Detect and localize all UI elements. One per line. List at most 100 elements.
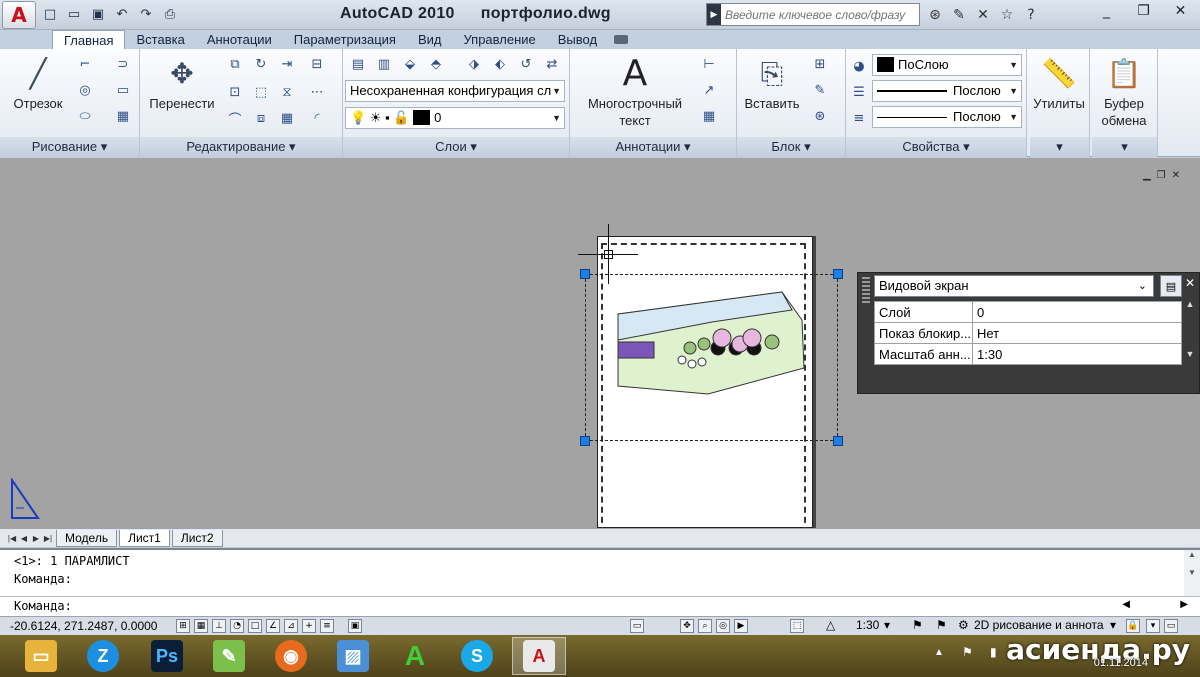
rectangle-icon[interactable]: ▭ bbox=[112, 79, 134, 101]
paper-space-icon[interactable]: ▭ bbox=[630, 619, 644, 633]
tab-insert[interactable]: Вставка bbox=[125, 30, 195, 49]
color-combo[interactable]: ПоСлою ▼ bbox=[872, 54, 1022, 76]
table-row[interactable]: Слой 0 bbox=[874, 301, 1182, 323]
erase-icon[interactable]: ⊟ bbox=[306, 53, 328, 75]
ducs-toggle-icon[interactable]: ⊿ bbox=[284, 619, 298, 633]
stretch-icon[interactable]: ⊡ bbox=[224, 81, 246, 103]
binoculars-icon[interactable]: ⊛ bbox=[924, 4, 946, 26]
linetype-combo[interactable]: Послою ▼ bbox=[872, 80, 1022, 102]
tab-view[interactable]: Вид bbox=[407, 30, 453, 49]
edit-block-icon[interactable]: ✎ bbox=[809, 79, 831, 101]
close-icon[interactable]: ✕ bbox=[1162, 0, 1199, 22]
palette-drag-handle[interactable] bbox=[862, 277, 870, 303]
table-row[interactable]: Масштаб анн... 1:30 bbox=[874, 343, 1182, 365]
search-expand-icon[interactable]: ▶ bbox=[707, 4, 721, 25]
customize-palette-icon[interactable]: ▤ bbox=[1160, 275, 1182, 297]
layer-walk-icon[interactable]: ⇄ bbox=[541, 53, 563, 75]
scroll-left-icon[interactable]: ◀ bbox=[1122, 599, 1130, 610]
explode-icon[interactable]: ⋯ bbox=[306, 81, 328, 103]
tab-annotate[interactable]: Аннотации bbox=[196, 30, 283, 49]
lineweight-toggle-icon[interactable]: ≡ bbox=[320, 619, 334, 633]
panel-annotation-label[interactable]: Аннотации ▾ bbox=[570, 137, 736, 157]
save-icon[interactable]: ▣ bbox=[88, 4, 108, 24]
object-type-select[interactable]: Видовой экран ⌄ bbox=[874, 275, 1154, 297]
minimize-icon[interactable]: _ bbox=[1088, 0, 1125, 22]
tab-parametric[interactable]: Параметризация bbox=[283, 30, 407, 49]
panel-draw-label[interactable]: Рисование ▾ bbox=[0, 137, 139, 157]
ortho-toggle-icon[interactable]: ⊥ bbox=[212, 619, 226, 633]
table-icon[interactable]: ▦ bbox=[698, 105, 720, 127]
clipboard-expand[interactable]: ▾ bbox=[1092, 137, 1157, 157]
layer-off-icon[interactable]: ⬘ bbox=[425, 53, 447, 75]
chamfer-icon[interactable]: ◜ bbox=[306, 107, 328, 129]
layer-combo[interactable]: 💡 ☀ ▪ 🔓 0 ▼ bbox=[345, 107, 565, 129]
taskbar-autocad[interactable]: A bbox=[512, 637, 566, 675]
copy-icon[interactable]: ⧉ bbox=[224, 53, 246, 75]
communication-icon[interactable]: ✕ bbox=[972, 4, 994, 26]
layer-isolate-icon[interactable]: ⬙ bbox=[399, 53, 421, 75]
toolbar-lock-icon[interactable]: 🔒 bbox=[1126, 619, 1140, 633]
viewport-grip[interactable] bbox=[833, 269, 843, 279]
last-tab-icon[interactable]: ▶| bbox=[42, 534, 54, 543]
layer-match-icon[interactable]: ↺ bbox=[515, 53, 537, 75]
showmotion-icon[interactable]: ▶ bbox=[734, 619, 748, 633]
viewport-grip[interactable] bbox=[833, 436, 843, 446]
snap-toggle-icon[interactable]: ⊞ bbox=[176, 619, 190, 633]
open-file-icon[interactable]: ▭ bbox=[64, 4, 84, 24]
taskbar-zoho[interactable]: Z bbox=[76, 637, 130, 675]
status-settings-icon[interactable]: ▾ bbox=[1146, 619, 1160, 633]
offset-icon[interactable]: ⧈ bbox=[250, 107, 272, 129]
annotation-visibility-icon[interactable]: ⚑ bbox=[912, 618, 923, 632]
fillet-icon[interactable]: ⌒ bbox=[224, 107, 246, 129]
layer-freeze-icon[interactable]: ⬗ bbox=[463, 53, 485, 75]
ellipse-icon[interactable]: ⬭ bbox=[74, 105, 96, 127]
panel-block-label[interactable]: Блок ▾ bbox=[737, 137, 845, 157]
taskbar-photos[interactable]: ▨ bbox=[326, 637, 380, 675]
action-center-flag-icon[interactable]: ⚑ bbox=[962, 645, 973, 659]
taskbar-firefox[interactable]: ◉ bbox=[264, 637, 318, 675]
zoom-icon[interactable]: ⌕ bbox=[698, 619, 712, 633]
scroll-right-icon[interactable]: ▶ bbox=[1180, 599, 1188, 610]
favorites-star-icon[interactable]: ☆ bbox=[996, 4, 1018, 26]
polar-toggle-icon[interactable]: ◔ bbox=[230, 619, 244, 633]
layer-properties-icon[interactable]: ▤ bbox=[347, 53, 369, 75]
viewport-frame-selected[interactable] bbox=[585, 274, 838, 441]
utilities-button[interactable]: 📏 Утилиты bbox=[1030, 53, 1088, 112]
tab-output[interactable]: Вывод bbox=[547, 30, 608, 49]
utilities-expand[interactable]: ▾ bbox=[1030, 137, 1089, 157]
otrack-toggle-icon[interactable]: ∠ bbox=[266, 619, 280, 633]
move-button[interactable]: ✥ Перенести bbox=[144, 53, 220, 112]
tab-home[interactable]: Главная bbox=[52, 30, 126, 49]
linear-dimension-icon[interactable]: ⊢ bbox=[698, 53, 720, 75]
tab-model[interactable]: Модель bbox=[56, 529, 118, 547]
new-file-icon[interactable]: □ bbox=[40, 4, 60, 24]
first-tab-icon[interactable]: |◀ bbox=[6, 534, 18, 543]
clean-screen-icon[interactable]: ▭ bbox=[1164, 619, 1178, 633]
circle-icon[interactable]: ◎ bbox=[74, 79, 96, 101]
workspace-switcher[interactable]: 2D рисование и аннота bbox=[974, 618, 1104, 632]
layer-states-icon[interactable]: ▥ bbox=[373, 53, 395, 75]
command-line[interactable]: Команда: ◀ ▶ bbox=[0, 596, 1200, 616]
line-button[interactable]: ╱ Отрезок bbox=[6, 53, 70, 112]
coordinates-readout[interactable]: -20.6124, 271.2487, 0.0000 bbox=[10, 619, 157, 633]
taskbar-archicad[interactable]: A bbox=[388, 637, 442, 675]
annotation-scale-icon[interactable]: △ bbox=[826, 618, 835, 632]
osnap-toggle-icon[interactable]: □ bbox=[248, 619, 262, 633]
plot-icon[interactable]: ⎙ bbox=[160, 4, 180, 24]
prev-tab-icon[interactable]: ◀ bbox=[18, 534, 30, 543]
dyn-toggle-icon[interactable]: + bbox=[302, 619, 316, 633]
close-icon[interactable]: ✕ bbox=[1185, 276, 1195, 290]
quick-properties-toggle-icon[interactable]: ▣ bbox=[348, 619, 362, 633]
restore-icon[interactable]: ❐ bbox=[1125, 0, 1162, 22]
tray-date[interactable]: 01.11.2014 bbox=[1094, 657, 1148, 669]
annotation-scale[interactable]: 1:30 bbox=[856, 618, 879, 632]
network-icon[interactable]: ▮ bbox=[990, 645, 997, 659]
taskbar-notepad[interactable]: ✎ bbox=[202, 637, 256, 675]
chevron-down-icon[interactable]: ▾ bbox=[884, 618, 890, 632]
match-properties-icon[interactable]: ◕ bbox=[848, 55, 870, 77]
layer-state-combo[interactable]: Несохраненная конфигурация сл ▼ bbox=[345, 80, 565, 102]
tab-layout2[interactable]: Лист2 bbox=[171, 529, 223, 547]
minimize-icon[interactable]: ▁ bbox=[1143, 170, 1151, 181]
pan-icon[interactable]: ✥ bbox=[680, 619, 694, 633]
restore-icon[interactable]: ❐ bbox=[1157, 170, 1166, 181]
